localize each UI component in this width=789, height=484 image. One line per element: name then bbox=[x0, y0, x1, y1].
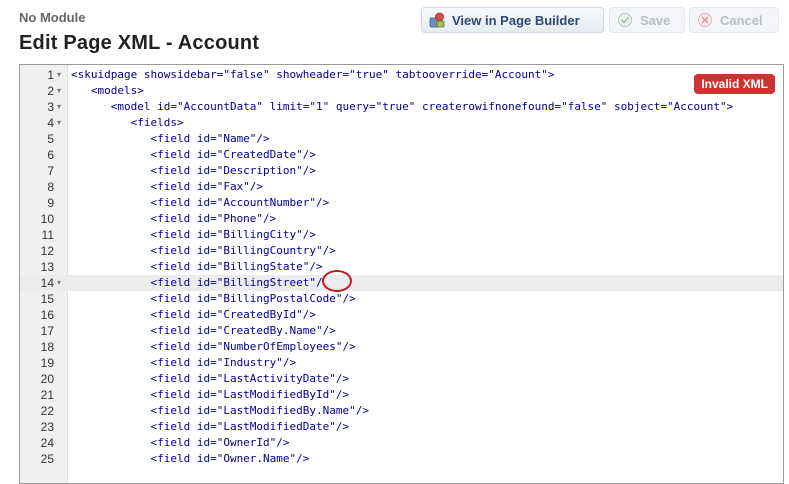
code-line[interactable]: 9 <field id="AccountNumber"/> bbox=[20, 195, 783, 211]
line-code: <field id="LastModifiedDate"/> bbox=[71, 420, 350, 433]
code-line[interactable]: 1 ▾ <skuidpage showsidebar="false" showhea… bbox=[20, 67, 783, 83]
line-code: <models> bbox=[71, 84, 144, 97]
view-in-page-builder-button[interactable]: View in Page Builder bbox=[421, 7, 604, 33]
line-code: <field id="CreatedBy.Name"/> bbox=[71, 324, 336, 337]
code-line[interactable]: 8 <field id="Fax"/> bbox=[20, 179, 783, 195]
line-code: <field id="Industry"/> bbox=[71, 356, 297, 369]
module-label: No Module bbox=[19, 10, 86, 25]
line-number: 10 bbox=[40, 212, 54, 226]
code-line[interactable]: 19 <field id="Industry"/> bbox=[20, 355, 783, 371]
fold-toggle-icon[interactable]: ▾ bbox=[57, 83, 61, 99]
line-number: 4 bbox=[47, 116, 54, 130]
fold-toggle-icon[interactable]: ▾ bbox=[57, 67, 61, 83]
code-line[interactable]: 4 ▾ <fields> bbox=[20, 115, 783, 131]
line-code: <field id="LastModifiedBy.Name"/> bbox=[71, 404, 370, 417]
page-title: Edit Page XML - Account bbox=[19, 32, 260, 54]
code-line[interactable]: 22 <field id="LastModifiedBy.Name"/> bbox=[20, 403, 783, 419]
line-number: 18 bbox=[40, 340, 54, 354]
line-number: 5 bbox=[47, 132, 54, 146]
save-button[interactable]: Save bbox=[609, 7, 685, 33]
line-number: 11 bbox=[41, 228, 54, 242]
code-line[interactable]: 7 <field id="Description"/> bbox=[20, 163, 783, 179]
line-number: 1 bbox=[47, 68, 54, 82]
line-code: <field id="OwnerId"/> bbox=[71, 436, 290, 449]
code-line[interactable]: 11 <field id="BillingCity"/> bbox=[20, 227, 783, 243]
code-line[interactable]: 12 <field id="BillingCountry"/> bbox=[20, 243, 783, 259]
line-number: 19 bbox=[40, 356, 54, 370]
code-line[interactable]: 23 <field id="LastModifiedDate"/> bbox=[20, 419, 783, 435]
line-number: 9 bbox=[47, 196, 54, 210]
line-number: 12 bbox=[40, 244, 54, 258]
line-number: 6 bbox=[47, 148, 54, 162]
line-code: <field id="CreatedById"/> bbox=[71, 308, 317, 321]
code-line[interactable]: 18 <field id="NumberOfEmployees"/> bbox=[20, 339, 783, 355]
code-line[interactable]: 10 <field id="Phone"/> bbox=[20, 211, 783, 227]
line-code: <field id="Name"/> bbox=[71, 132, 270, 145]
line-code: <field id="Owner.Name"/> bbox=[71, 452, 310, 465]
line-code: <field id="AccountNumber"/> bbox=[71, 196, 330, 209]
code-lines: 1 ▾ <skuidpage showsidebar="false" showhea… bbox=[20, 67, 783, 467]
fold-toggle-icon[interactable]: ▾ bbox=[57, 99, 61, 115]
page-builder-icon bbox=[429, 12, 445, 28]
line-number: 24 bbox=[40, 436, 54, 450]
line-code: <fields> bbox=[71, 116, 184, 129]
line-code: <field id="BillingPostalCode"/> bbox=[71, 292, 356, 305]
code-line[interactable]: 20 <field id="LastActivityDate"/> bbox=[20, 371, 783, 387]
line-number: 8 bbox=[47, 180, 54, 194]
line-number: 14 bbox=[40, 276, 54, 290]
line-number: 21 bbox=[40, 388, 54, 402]
view-in-page-builder-label: View in Page Builder bbox=[452, 12, 580, 28]
line-number: 3 bbox=[47, 100, 54, 114]
line-code: <field id="BillingCountry"/> bbox=[71, 244, 336, 257]
line-code: <field id="BillingState"/> bbox=[71, 260, 323, 273]
line-number: 23 bbox=[40, 420, 54, 434]
line-code: <field id="BillingStreet"/ bbox=[71, 276, 323, 289]
save-label: Save bbox=[640, 12, 671, 28]
line-number: 25 bbox=[40, 452, 54, 466]
code-line[interactable]: 6 <field id="CreatedDate"/> bbox=[20, 147, 783, 163]
fold-toggle-icon[interactable]: ▾ bbox=[57, 275, 61, 291]
line-code: <field id="Fax"/> bbox=[71, 180, 264, 193]
cancel-label: Cancel bbox=[720, 12, 763, 28]
code-line[interactable]: 21 <field id="LastModifiedById"/> bbox=[20, 387, 783, 403]
line-code: <skuidpage showsidebar="false" showheade… bbox=[71, 68, 555, 81]
xml-code-editor[interactable]: 1 ▾ <skuidpage showsidebar="false" showhea… bbox=[19, 64, 784, 484]
code-line[interactable]: 25 <field id="Owner.Name"/> bbox=[20, 451, 783, 467]
cancel-circle-icon bbox=[697, 12, 713, 28]
cancel-button[interactable]: Cancel bbox=[689, 7, 779, 33]
line-number: 2 bbox=[47, 84, 54, 98]
check-circle-icon bbox=[617, 12, 633, 28]
code-line[interactable]: 5 <field id="Name"/> bbox=[20, 131, 783, 147]
invalid-xml-badge: Invalid XML bbox=[694, 74, 775, 94]
line-number: 15 bbox=[40, 292, 54, 306]
line-code: <field id="NumberOfEmployees"/> bbox=[71, 340, 356, 353]
line-number: 7 bbox=[47, 164, 54, 178]
line-code: <field id="CreatedDate"/> bbox=[71, 148, 317, 161]
code-line[interactable]: 16 <field id="CreatedById"/> bbox=[20, 307, 783, 323]
code-line[interactable]: 14 ▾ <field id="BillingStreet"/ bbox=[20, 275, 783, 291]
line-number: 13 bbox=[40, 260, 54, 274]
line-code: <model id="AccountData" limit="1" query=… bbox=[71, 100, 734, 113]
line-code: <field id="Phone"/> bbox=[71, 212, 277, 225]
code-line[interactable]: 3 ▾ <model id="AccountData" limit="1" que… bbox=[20, 99, 783, 115]
code-line[interactable]: 2 ▾ <models> bbox=[20, 83, 783, 99]
line-number: 20 bbox=[40, 372, 54, 386]
line-number: 17 bbox=[40, 324, 54, 338]
code-line[interactable]: 13 <field id="BillingState"/> bbox=[20, 259, 783, 275]
line-code: <field id="Description"/> bbox=[71, 164, 317, 177]
error-highlight-circle bbox=[322, 270, 352, 292]
fold-toggle-icon[interactable]: ▾ bbox=[57, 115, 61, 131]
line-number: 22 bbox=[40, 404, 54, 418]
code-line[interactable]: 15 <field id="BillingPostalCode"/> bbox=[20, 291, 783, 307]
line-number: 16 bbox=[40, 308, 54, 322]
line-code: <field id="BillingCity"/> bbox=[71, 228, 317, 241]
line-code: <field id="LastModifiedById"/> bbox=[71, 388, 350, 401]
code-line[interactable]: 24 <field id="OwnerId"/> bbox=[20, 435, 783, 451]
line-code: <field id="LastActivityDate"/> bbox=[71, 372, 350, 385]
code-line[interactable]: 17 <field id="CreatedBy.Name"/> bbox=[20, 323, 783, 339]
